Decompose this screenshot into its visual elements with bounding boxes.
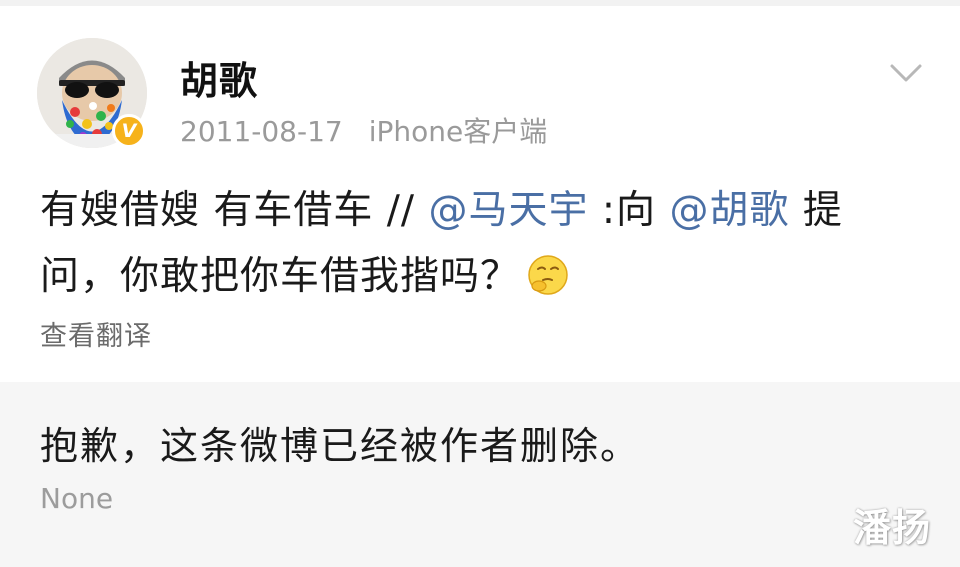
post-date: 2011-08-17: [180, 115, 343, 148]
author-avatar[interactable]: V: [37, 38, 147, 148]
watermark: 潘扬: [853, 506, 932, 550]
post-meta: 2011-08-17 iPhone客户端: [180, 110, 547, 150]
author-name[interactable]: 胡歌: [180, 50, 258, 105]
translate-link[interactable]: 查看翻译: [40, 314, 152, 353]
mention-link[interactable]: @马天宇: [428, 188, 588, 233]
mention-link[interactable]: @胡歌: [669, 188, 789, 233]
thinking-face-icon: [526, 252, 570, 296]
retweet-container[interactable]: 抱歉，这条微博已经被作者删除。 None: [0, 382, 960, 567]
post-text-part2: :向: [588, 188, 670, 233]
post-header: V 胡歌 2011-08-17 iPhone客户端: [0, 6, 960, 156]
post-client: iPhone客户端: [368, 115, 548, 148]
retweet-source: None: [40, 482, 114, 515]
post-body: 有嫂借嫂 有车借车 // @马天宇 :向 @胡歌 提问，你敢把你车借我揩吗？: [40, 178, 920, 310]
chevron-down-icon[interactable]: [888, 60, 924, 86]
deleted-message: 抱歉，这条微博已经被作者删除。: [40, 424, 641, 468]
post-text-part1: 有嫂借嫂 有车借车 //: [40, 188, 429, 233]
verified-badge-icon: V: [112, 114, 146, 148]
